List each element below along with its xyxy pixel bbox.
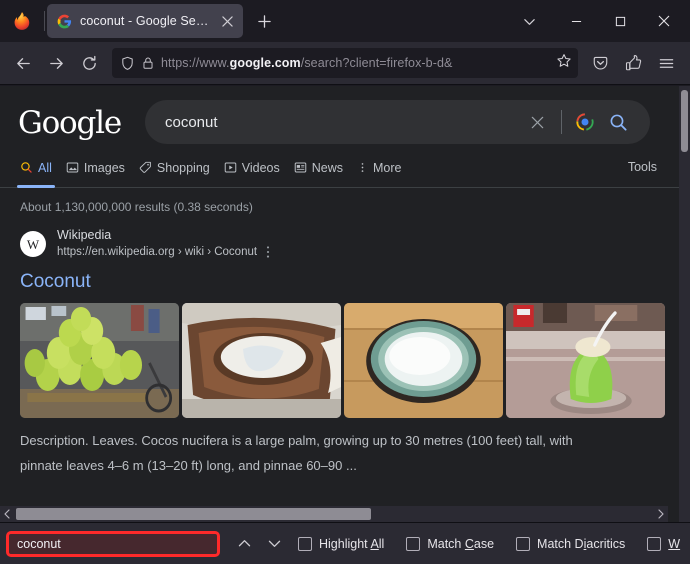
google-search-input[interactable]: coconut [165,114,523,131]
thumbnail-drinking-coconut[interactable] [506,303,665,418]
find-input[interactable]: coconut [6,531,220,557]
google-header: Google coconut [0,86,679,144]
search-separator [561,110,562,134]
tab-title: coconut - Google Search [80,14,209,28]
extension-icon[interactable] [617,48,650,79]
horizontal-scrollbar[interactable] [0,506,668,522]
checkbox-box[interactable] [298,537,312,551]
find-previous-icon[interactable] [230,531,258,557]
new-tab-button[interactable] [249,6,279,36]
result-title-link[interactable]: Coconut [20,270,679,294]
favicon-letter: W [27,238,39,251]
back-button[interactable] [7,48,40,79]
result-options-kebab-icon[interactable] [266,245,270,261]
tab-all[interactable]: All [20,161,66,187]
clear-search-icon[interactable] [523,115,551,130]
result-description-line1: Description. Leaves. Cocos nucifera is a… [20,431,640,451]
firefox-logo-icon [0,0,44,42]
tab-more[interactable]: More [357,161,415,187]
wikipedia-favicon-icon: W [20,231,46,257]
navigation-toolbar: https://www.google.com/search?client=fir… [0,42,690,85]
search-submit-icon[interactable] [602,113,634,132]
result-source-name: Wikipedia [57,228,270,244]
result-url: https://en.wikipedia.org › wiki › Coconu… [57,246,257,260]
list-all-tabs-icon[interactable] [510,4,548,38]
tab-more-label: More [373,161,401,175]
minimize-button[interactable] [554,0,598,42]
thumbnail-green-coconuts[interactable] [20,303,179,418]
page-viewport: Google coconut [0,86,690,522]
google-search-results-page: Google coconut [0,86,679,522]
thumbnail-open-coconut[interactable] [182,303,341,418]
tab-shopping-label: Shopping [157,161,210,175]
hamburger-menu-icon[interactable] [650,48,683,79]
forward-button[interactable] [40,48,73,79]
checkbox-box[interactable] [647,537,661,551]
checkbox-match-case[interactable]: Match Case [406,537,505,551]
lock-icon[interactable] [141,56,155,70]
google-favicon-icon [56,13,72,29]
window-controls [554,0,686,42]
find-navigation [230,531,288,557]
horizontal-scroll-track[interactable] [14,506,654,522]
checkbox-box[interactable] [516,537,530,551]
find-next-icon[interactable] [260,531,288,557]
checkbox-box[interactable] [406,537,420,551]
google-logo[interactable]: Google [18,105,121,139]
checkbox-whole-words[interactable]: W [647,537,690,551]
tab-all-label: All [38,161,52,175]
result-description-line2: pinnate leaves 4–6 m (13–20 ft) long, an… [20,456,640,476]
result-url-row: https://en.wikipedia.org › wiki › Coconu… [57,245,270,261]
find-options: Highlight All Match Case Match Diacritic… [298,537,690,551]
reload-button[interactable] [73,48,106,79]
tab-news-label: News [312,161,343,175]
pocket-icon[interactable] [584,48,617,79]
shield-icon[interactable] [120,56,135,71]
vertical-scroll-thumb[interactable] [681,90,688,152]
thumbnail-coconut-milk-bowl[interactable] [344,303,503,418]
url-domain: google.com [230,56,301,70]
tab-strip: coconut - Google Search [0,0,690,42]
result-source[interactable]: W Wikipedia https://en.wikipedia.org › w… [20,228,679,261]
tab-videos[interactable]: Videos [224,161,294,187]
browser-window: coconut - Google Search [0,0,690,564]
vertical-scrollbar[interactable] [679,86,690,522]
checkbox-highlight-all-label: Highlight All [319,537,384,551]
tab-close-icon[interactable] [217,11,237,31]
checkbox-highlight-all[interactable]: Highlight All [298,537,395,551]
tab-videos-label: Videos [242,161,280,175]
result-thumbnails [20,303,665,418]
tab-news[interactable]: News [294,161,357,187]
checkbox-match-diacritics-label: Match Diacritics [537,537,625,551]
google-lens-icon[interactable] [572,112,598,132]
bookmark-star-icon[interactable] [556,53,572,74]
result-source-meta: Wikipedia https://en.wikipedia.org › wik… [57,228,270,261]
maximize-button[interactable] [598,0,642,42]
tab-shopping[interactable]: Shopping [139,161,224,187]
tab-images[interactable]: Images [66,161,139,187]
url-protocol: https://www. [161,56,230,70]
url-text: https://www.google.com/search?client=fir… [161,56,550,70]
scroll-right-icon[interactable] [654,506,668,522]
checkbox-whole-words-label: W [668,537,680,551]
tools-button[interactable]: Tools [628,160,657,186]
horizontal-scroll-thumb[interactable] [16,508,371,520]
search-result: W Wikipedia https://en.wikipedia.org › w… [0,214,679,476]
address-bar[interactable]: https://www.google.com/search?client=fir… [112,48,578,78]
checkbox-match-case-label: Match Case [427,537,494,551]
close-window-button[interactable] [642,0,686,42]
scroll-left-icon[interactable] [0,506,14,522]
google-search-box[interactable]: coconut [145,100,650,144]
find-bar: coconut Highlight All Match Case Match D… [0,522,690,564]
browser-tab[interactable]: coconut - Google Search [47,4,243,38]
checkbox-match-diacritics[interactable]: Match Diacritics [516,537,636,551]
tab-images-label: Images [84,161,125,175]
url-path: /search?client=firefox-b-d& [301,56,453,70]
result-stats: About 1,130,000,000 results (0.38 second… [0,188,679,214]
tab-separator [44,11,45,31]
google-vertical-nav: All Images Shopping Videos News [0,144,679,188]
